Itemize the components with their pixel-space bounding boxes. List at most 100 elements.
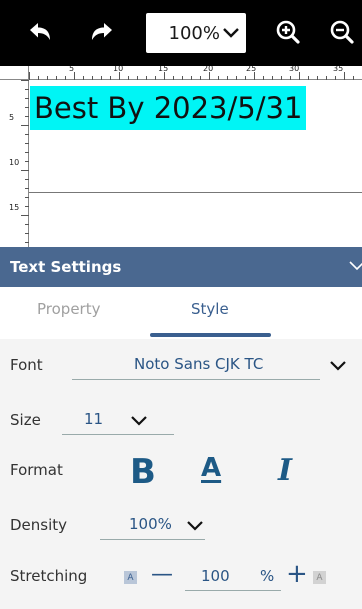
format-label: Format — [10, 461, 63, 479]
ruler-horizontal: 5 10 15 20 25 30 35 — [0, 66, 362, 80]
ruler-tick — [25, 152, 29, 153]
text-object[interactable]: Best By 2023/5/31 — [30, 86, 307, 130]
size-dropdown[interactable]: 11 — [62, 406, 174, 436]
chevron-down-icon — [349, 261, 362, 271]
ruler-tick — [25, 197, 29, 198]
ruler-label: 5 — [9, 113, 15, 122]
style-panel: Font Noto Sans CJK TC Size 11 Format B A… — [0, 339, 362, 609]
ruler-tick — [25, 224, 29, 225]
ruler-tick — [209, 72, 210, 80]
stretching-row: Stretching A — 100 % + A — [0, 559, 362, 598]
stretching-underline — [185, 590, 281, 591]
ruler-tick — [128, 76, 129, 80]
chevron-down-icon — [330, 361, 346, 371]
italic-button[interactable]: I — [278, 453, 292, 488]
ruler-tick — [218, 76, 219, 80]
ruler-tick — [21, 215, 29, 216]
ruler-tick — [119, 72, 120, 80]
zoom-out-icon — [330, 20, 354, 44]
chevron-down-icon — [131, 416, 147, 426]
ruler-tick — [25, 116, 29, 117]
ruler-tick — [200, 76, 201, 80]
zoom-out-button[interactable] — [324, 14, 360, 50]
narrow-text-icon: A — [124, 571, 137, 584]
zoom-select[interactable]: 100% — [146, 13, 246, 53]
active-tab-indicator — [150, 333, 271, 337]
ruler-tick — [21, 80, 29, 81]
redo-icon — [92, 23, 112, 40]
ruler-tick — [38, 76, 39, 80]
increase-stretching-button[interactable]: + — [286, 559, 308, 589]
undo-button[interactable] — [22, 14, 58, 50]
ruler-tick — [263, 76, 264, 80]
underline-button[interactable]: A — [201, 453, 221, 483]
stretching-value[interactable]: 100 — [201, 567, 230, 585]
density-value: 100% — [129, 515, 172, 533]
bold-button[interactable]: B — [130, 452, 156, 492]
density-label: Density — [10, 516, 68, 534]
tab-style[interactable]: Style — [191, 300, 229, 318]
label-boundary-line — [29, 192, 362, 193]
font-dropdown[interactable]: Noto Sans CJK TC — [72, 351, 352, 381]
wide-text-icon: A — [313, 571, 326, 584]
label-canvas[interactable]: 5 10 15 20 25 30 35 5 10 15 Best By 2023… — [0, 66, 362, 247]
ruler-label: 30 — [289, 66, 300, 73]
stretching-unit: % — [260, 567, 275, 585]
ruler-tick — [56, 76, 57, 80]
redo-button[interactable] — [84, 14, 120, 50]
ruler-tick — [110, 76, 111, 80]
top-toolbar: 100% — [0, 0, 362, 66]
label-text: Best By 2023/5/31 — [34, 91, 303, 125]
ruler-tick — [308, 76, 309, 80]
ruler-tick — [236, 76, 237, 80]
ruler-tick — [25, 161, 29, 162]
ruler-tick — [335, 76, 336, 80]
settings-tabs: Property Style — [0, 287, 362, 337]
ruler-label: 35 — [333, 66, 344, 73]
ruler-tick — [21, 125, 29, 126]
ruler-tick — [83, 76, 84, 80]
ruler-tick — [254, 72, 255, 80]
tab-property[interactable]: Property — [37, 300, 100, 318]
ruler-tick — [65, 76, 66, 80]
ruler-tick — [353, 76, 354, 80]
ruler-tick — [74, 72, 75, 80]
ruler-tick — [191, 76, 192, 80]
ruler-tick — [317, 76, 318, 80]
ruler-label: 15 — [9, 203, 20, 212]
text-settings-header[interactable]: Text Settings — [0, 247, 362, 287]
ruler-tick — [25, 98, 29, 99]
ruler-tick — [29, 72, 30, 80]
zoom-value: 100% — [168, 22, 220, 44]
ruler-tick — [146, 76, 147, 80]
zoom-in-button[interactable] — [270, 14, 306, 50]
ruler-tick — [25, 89, 29, 90]
ruler-tick — [281, 76, 282, 80]
font-value: Noto Sans CJK TC — [134, 355, 264, 373]
ruler-tick — [290, 76, 291, 80]
ruler-tick — [25, 143, 29, 144]
ruler-tick — [25, 242, 29, 243]
ruler-tick — [245, 76, 246, 80]
ruler-tick — [344, 72, 345, 80]
ruler-tick — [272, 76, 273, 80]
ruler-tick — [25, 206, 29, 207]
ruler-tick — [137, 76, 138, 80]
ruler-tick — [25, 134, 29, 135]
ruler-tick — [101, 76, 102, 80]
ruler-vertical: 5 10 15 — [0, 66, 29, 247]
ruler-tick — [155, 76, 156, 80]
panel-title: Text Settings — [10, 258, 122, 276]
ruler-label: 10 — [9, 158, 20, 167]
ruler-tick — [182, 76, 183, 80]
undo-icon — [30, 23, 50, 40]
density-dropdown[interactable]: 100% — [100, 511, 205, 541]
ruler-tick — [47, 76, 48, 80]
ruler-tick — [92, 76, 93, 80]
ruler-tick — [21, 170, 29, 171]
ruler-tick — [25, 188, 29, 189]
size-value: 11 — [84, 410, 104, 428]
decrease-stretching-button[interactable]: — — [151, 562, 173, 587]
size-label: Size — [10, 411, 41, 429]
chevron-down-icon — [223, 28, 239, 38]
